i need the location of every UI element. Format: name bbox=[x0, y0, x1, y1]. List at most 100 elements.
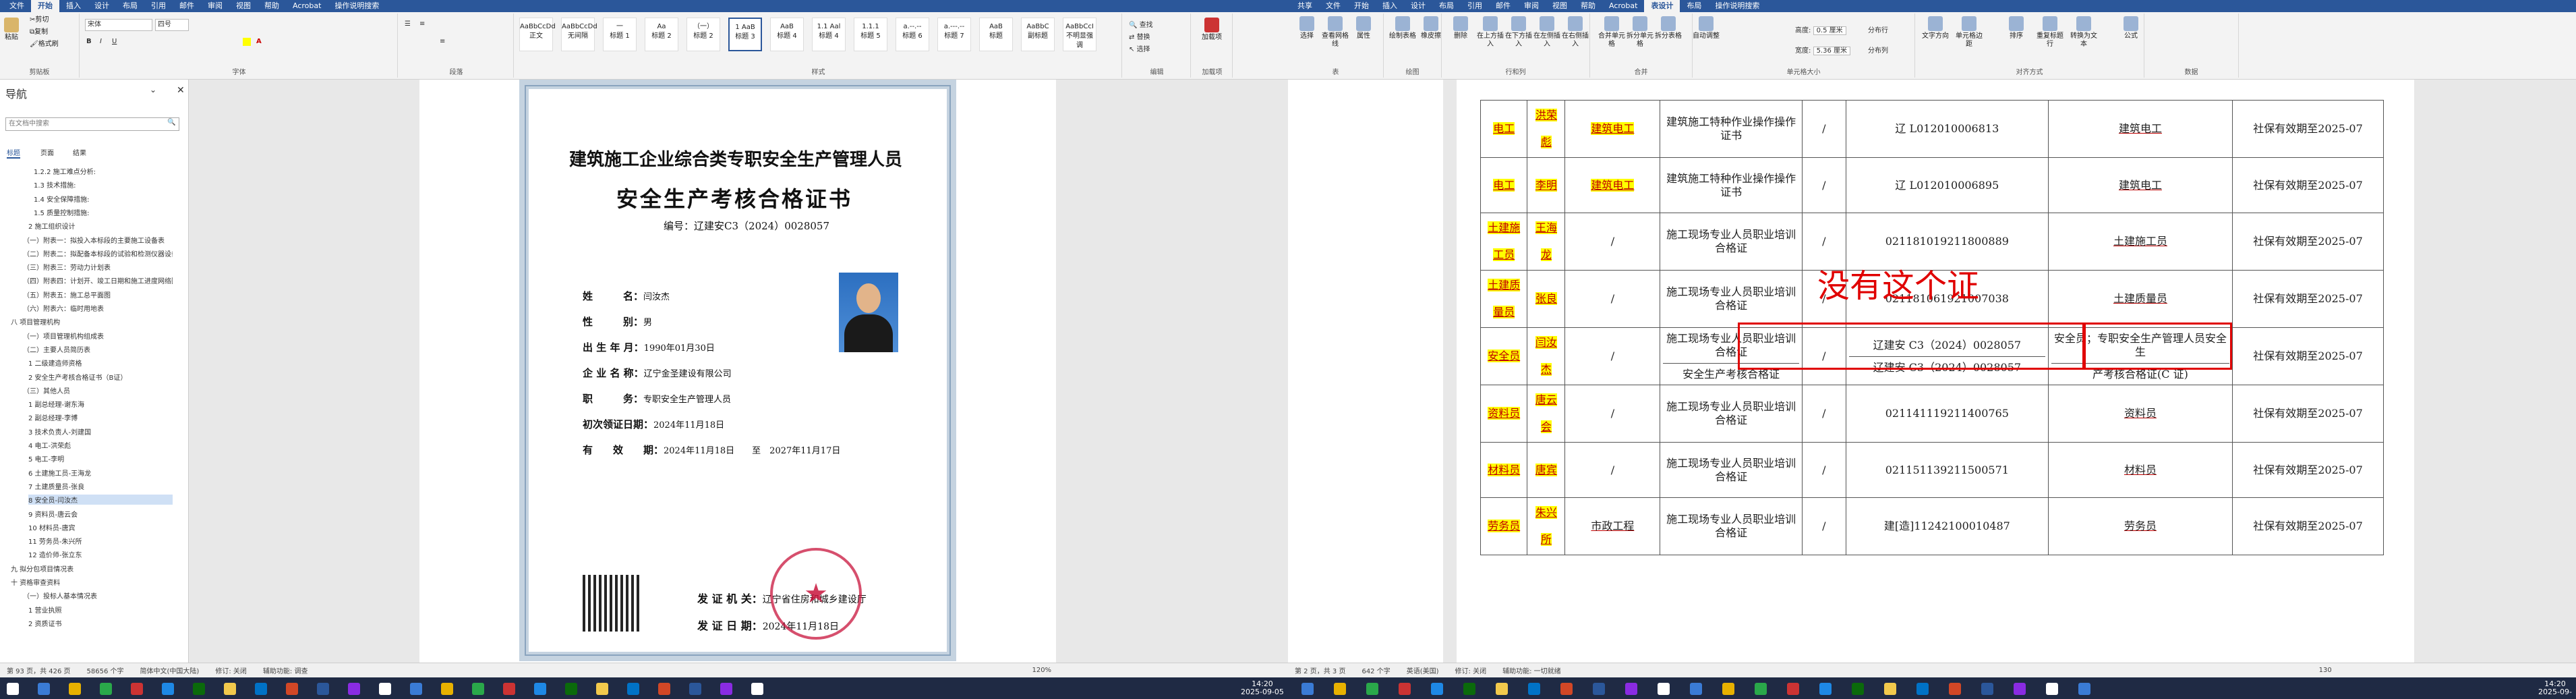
style-gallery-item[interactable]: AaB 标题 4 bbox=[770, 18, 804, 51]
nav-heading-item[interactable]: 11 劳务员-朱兴所 bbox=[28, 536, 173, 546]
taskbar-app-icon[interactable] bbox=[472, 683, 484, 695]
ribbon-button[interactable]: 绘制表格 bbox=[1389, 16, 1416, 40]
style-gallery-item[interactable]: AaBbC 副标题 bbox=[1021, 18, 1055, 51]
nav-heading-item[interactable]: 1.2.2 施工难点分析: bbox=[34, 166, 173, 176]
zoom-level[interactable]: 120% bbox=[1032, 667, 1051, 674]
nav-heading-item[interactable]: 4 电工-洪荣彪 bbox=[28, 440, 173, 450]
ribbon-tab[interactable]: 开始 bbox=[1347, 0, 1376, 12]
taskbar-app-icon[interactable] bbox=[689, 683, 701, 695]
style-gallery-item[interactable]: AaBbCcDd 正文 bbox=[519, 18, 556, 51]
ribbon-button[interactable]: 在下方插入 bbox=[1505, 16, 1532, 49]
ribbon-button[interactable]: 重复标题行 bbox=[2037, 16, 2063, 49]
ribbon-button[interactable]: 排序 bbox=[2003, 16, 2030, 40]
bold-button[interactable]: B bbox=[86, 38, 92, 45]
align-center-icon[interactable]: ≡ bbox=[440, 38, 445, 45]
ribbon-button[interactable]: 橡皮擦 bbox=[1417, 16, 1444, 40]
find-button[interactable]: 🔍 查找 bbox=[1129, 19, 1153, 29]
nav-heading-item[interactable]: 1.4 安全保障措施: bbox=[34, 194, 173, 204]
ribbon-tab[interactable]: 设计 bbox=[88, 0, 116, 12]
ribbon-button[interactable]: 拆分单元格 bbox=[1627, 16, 1653, 49]
table-cell-role[interactable]: 劳务员 bbox=[1480, 497, 1528, 555]
taskbar-app-icon[interactable] bbox=[1916, 683, 1929, 695]
table-cell-name[interactable]: 唐云会 bbox=[1527, 385, 1566, 443]
table-cell-name[interactable]: 王海龙 bbox=[1527, 213, 1566, 271]
table-cell-valid[interactable]: 社保有效期至2025-07 bbox=[2232, 442, 2384, 498]
ribbon-button[interactable]: 删除 bbox=[1447, 16, 1474, 40]
format-painter-button[interactable]: 🖌 格式刷 bbox=[30, 40, 59, 49]
taskbar-app-icon[interactable] bbox=[410, 683, 422, 695]
taskbar-app-icon[interactable] bbox=[1560, 683, 1573, 695]
table-cell-major[interactable]: / bbox=[1564, 442, 1661, 498]
track-changes[interactable]: 修订: 关闭 bbox=[215, 665, 247, 675]
table-cell-scope[interactable]: 土建质量员 bbox=[2047, 270, 2233, 328]
style-gallery-item[interactable]: 1.1.1 标题 5 bbox=[854, 18, 887, 51]
taskbar-app-icon[interactable] bbox=[2078, 683, 2090, 695]
ribbon-button[interactable]: 自动调整 bbox=[1693, 16, 1720, 40]
taskbar-app-icon[interactable] bbox=[1755, 683, 1767, 695]
nav-heading-item[interactable]: （四）附表四：计划开、竣工日期和施工进度网络图 bbox=[23, 275, 173, 285]
taskbar-app-icon[interactable] bbox=[720, 683, 732, 695]
taskbar-app-icon[interactable] bbox=[379, 683, 391, 695]
height-field[interactable]: 高度: 0.5 厘米 bbox=[1795, 24, 1846, 35]
ribbon-tab[interactable]: 文件 bbox=[1319, 0, 1347, 12]
ribbon-tab[interactable]: 帮助 bbox=[1574, 0, 1602, 12]
style-gallery-item[interactable]: 1 AaB 标题 3 bbox=[728, 18, 762, 51]
ribbon-tab[interactable]: 插入 bbox=[1376, 0, 1404, 12]
clock[interactable]: 14:20 2025-09-05 bbox=[1241, 680, 1284, 696]
taskbar-app-icon[interactable] bbox=[1593, 683, 1605, 695]
accessibility[interactable]: 辅助功能: 调查 bbox=[263, 665, 308, 675]
table-cell-valid[interactable]: 社保有效期至2025-07 bbox=[2232, 327, 2384, 385]
font-name-select[interactable]: 宋体 bbox=[85, 19, 152, 31]
taskbar-app-icon[interactable] bbox=[596, 683, 608, 695]
distribute-cols-button[interactable]: 分布列 bbox=[1868, 45, 1888, 55]
ribbon-tab[interactable]: 布局 bbox=[1432, 0, 1461, 12]
taskbar-app-icon[interactable] bbox=[317, 683, 329, 695]
track-changes[interactable]: 修订: 关闭 bbox=[1455, 665, 1487, 675]
nav-heading-item[interactable]: （二）主要人员简历表 bbox=[23, 344, 173, 354]
highlight-button[interactable] bbox=[243, 38, 251, 46]
ribbon-tab[interactable]: 插入 bbox=[59, 0, 88, 12]
zoom-level[interactable]: 130 bbox=[2319, 667, 2332, 674]
taskbar-app-icon[interactable] bbox=[658, 683, 670, 695]
taskbar-app-icon[interactable] bbox=[1528, 683, 1540, 695]
table-cell-valid[interactable]: 社保有效期至2025-07 bbox=[2232, 385, 2384, 443]
nav-heading-item[interactable]: 7 土建质量员-张良 bbox=[28, 481, 173, 491]
taskbar-app-icon[interactable] bbox=[1301, 683, 1314, 695]
table-cell-valid[interactable]: 社保有效期至2025-07 bbox=[2232, 157, 2384, 213]
table-cell-scope[interactable]: 建筑电工 bbox=[2047, 100, 2233, 158]
table-cell-no[interactable]: 辽 L012010006895 bbox=[1845, 157, 2049, 213]
nav-heading-item[interactable]: 2 施工组织设计 bbox=[28, 221, 173, 231]
nav-heading-item[interactable]: 九 拟分包项目情况表 bbox=[11, 563, 173, 574]
taskbar-app-icon[interactable] bbox=[627, 683, 639, 695]
style-gallery-item[interactable]: 一标题 1 bbox=[603, 18, 637, 51]
table-cell-role[interactable]: 土建施工员 bbox=[1480, 213, 1528, 271]
table-cell-major[interactable]: / bbox=[1564, 385, 1661, 443]
ribbon-tab[interactable]: 审阅 bbox=[1517, 0, 1546, 12]
table-cell-grade[interactable]: / bbox=[1801, 442, 1846, 498]
ribbon-tab[interactable]: 文件 bbox=[3, 0, 31, 12]
accessibility[interactable]: 辅助功能: 一切就绪 bbox=[1502, 665, 1561, 675]
ribbon-tab[interactable]: 操作说明搜索 bbox=[1708, 0, 1766, 12]
table-cell-grade[interactable]: / bbox=[1801, 497, 1846, 555]
ribbon-button[interactable]: 在右侧插入 bbox=[1562, 16, 1589, 49]
taskbar-app-icon[interactable] bbox=[1884, 683, 1896, 695]
taskbar-app-icon[interactable] bbox=[441, 683, 453, 695]
close-icon[interactable]: ✕ bbox=[177, 85, 185, 96]
distribute-rows-button[interactable]: 分布行 bbox=[1868, 24, 1888, 34]
table-cell-no[interactable]: 建[造]11242100010487 bbox=[1845, 497, 2049, 555]
style-gallery-item[interactable]: 1.1 Aal 标题 4 bbox=[812, 18, 846, 51]
italic-button[interactable]: I bbox=[100, 38, 102, 45]
taskbar-app-icon[interactable] bbox=[100, 683, 112, 695]
font-size-select[interactable]: 四号 bbox=[155, 19, 189, 31]
style-gallery-item[interactable]: AaBbCcI 不明显强调 bbox=[1063, 18, 1096, 51]
taskbar-app-icon[interactable] bbox=[162, 683, 174, 695]
table-cell-grade[interactable]: / bbox=[1801, 157, 1846, 213]
table-cell-no[interactable]: 021151139211500571 bbox=[1845, 442, 2049, 498]
table-cell-role[interactable]: 电工 bbox=[1480, 157, 1528, 213]
bullets-icon[interactable]: ☰ bbox=[405, 20, 411, 28]
nav-heading-item[interactable]: （三）附表三：劳动力计划表 bbox=[23, 262, 173, 272]
taskbar-app-icon[interactable] bbox=[1949, 683, 1961, 695]
ribbon-button[interactable]: 拆分表格 bbox=[1655, 16, 1682, 40]
taskbar-app-icon[interactable] bbox=[1399, 683, 1411, 695]
table-cell-name[interactable]: 唐宾 bbox=[1527, 442, 1566, 498]
